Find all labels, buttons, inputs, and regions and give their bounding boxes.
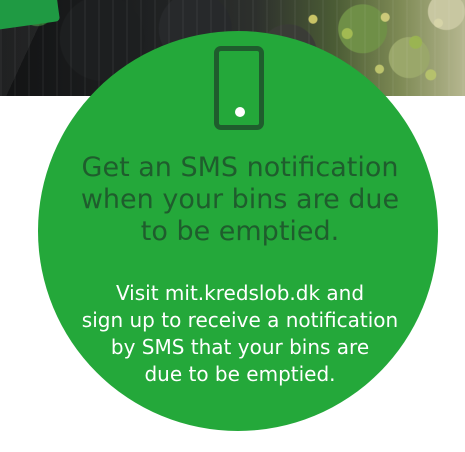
headline-line-1: Get an SMS notification — [81, 152, 399, 183]
mobile-phone-icon — [214, 46, 264, 130]
headline-line-3: to be emptied. — [140, 216, 340, 247]
body-line-3: by SMS that your bins are — [110, 335, 370, 359]
headline-line-2: when your bins are due — [80, 184, 400, 215]
phone-home-button — [235, 107, 245, 117]
photo-green-detail — [0, 0, 61, 31]
body-line-1: Visit mit.kredslob.dk and — [115, 281, 365, 305]
sms-notification-graphic: Get an SMS notification when your bins a… — [0, 0, 465, 452]
body-copy: Visit mit.kredslob.dk and sign up to rec… — [45, 280, 435, 388]
body-line-2: sign up to receive a notification — [81, 308, 399, 332]
headline: Get an SMS notification when your bins a… — [47, 152, 433, 248]
body-line-4: due to be emptied. — [144, 362, 336, 386]
